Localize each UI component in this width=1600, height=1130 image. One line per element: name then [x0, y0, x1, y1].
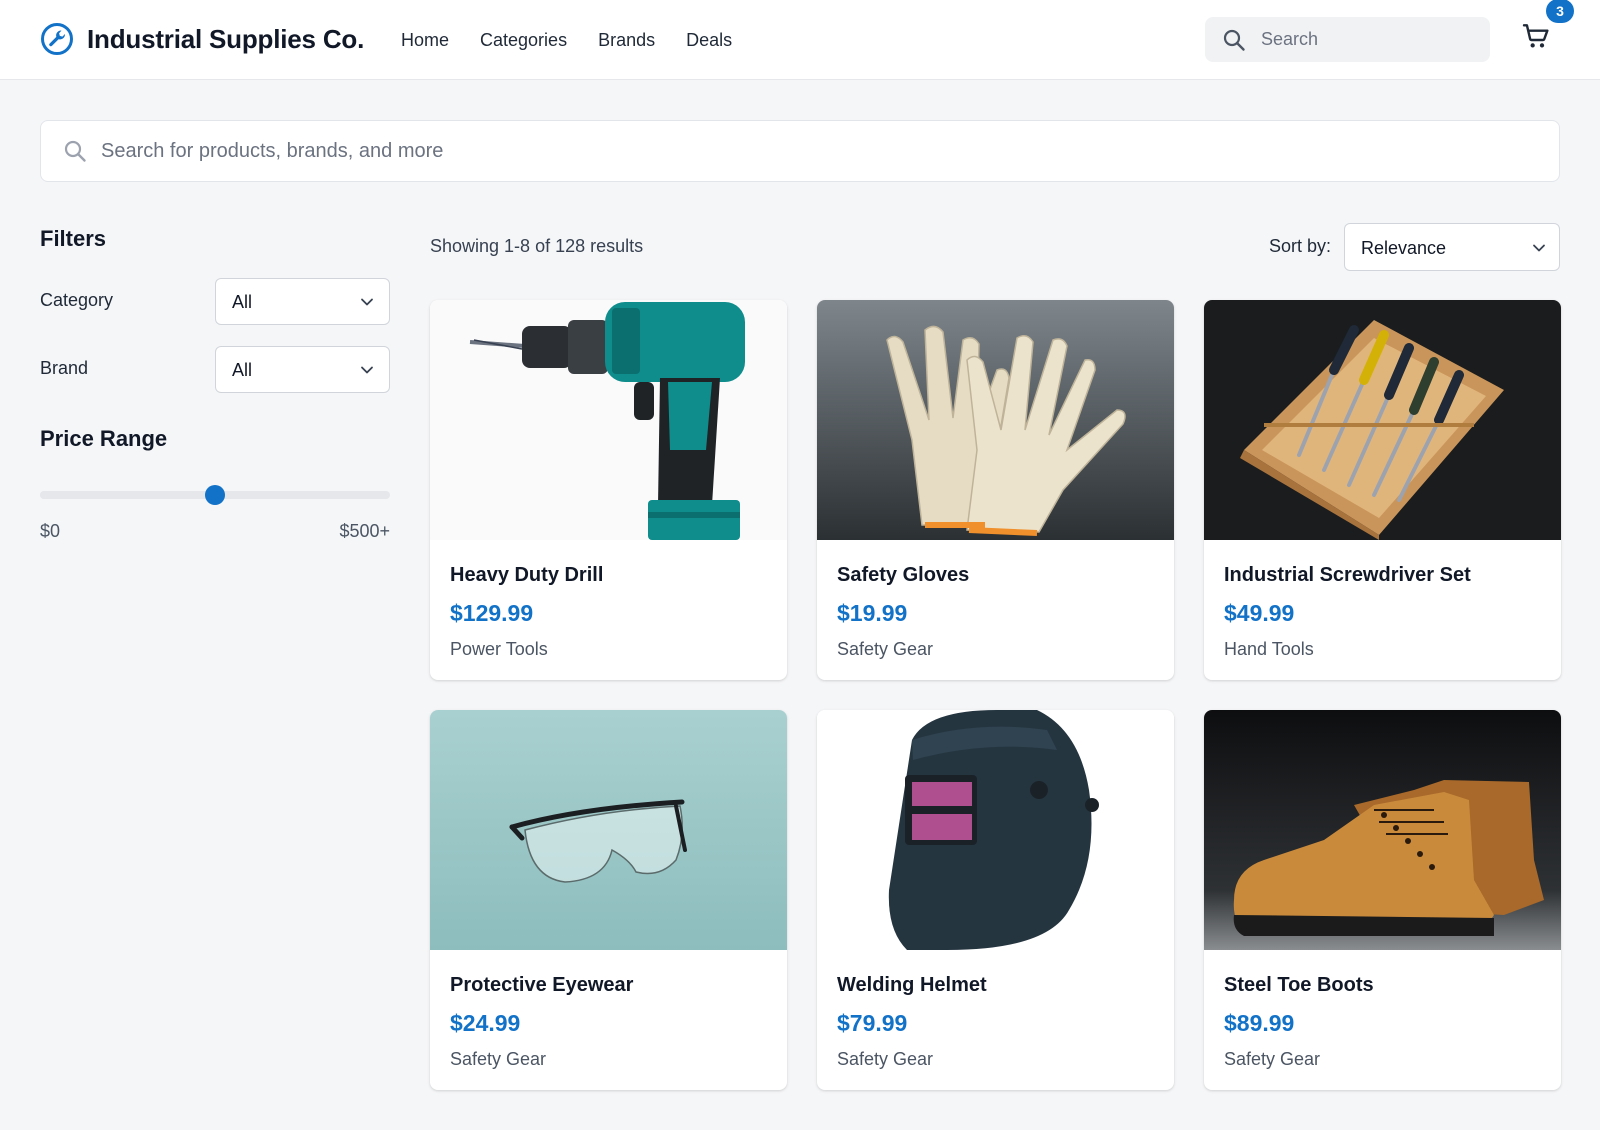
nav-link-deals[interactable]: Deals: [686, 29, 732, 51]
product-category: Safety Gear: [837, 1049, 934, 1069]
category-select-value: All: [232, 292, 253, 312]
slider-handle[interactable]: [205, 485, 225, 505]
product-name[interactable]: Steel Toe Boots: [1224, 974, 1374, 997]
sort-label: Sort by:: [1269, 236, 1332, 256]
screwdriver-set-image[interactable]: [1204, 300, 1561, 540]
product-name[interactable]: Welding Helmet: [837, 974, 987, 997]
brand-filter-label: Brand: [40, 358, 89, 378]
brand-select-value: All: [232, 360, 253, 380]
product-price: $49.99: [1224, 600, 1295, 626]
sort-select-value: Relevance: [1361, 238, 1447, 258]
product-card[interactable]: Protective Eyewear $24.99 Safety Gear: [430, 710, 787, 1090]
drill-image[interactable]: [430, 300, 787, 540]
product-card[interactable]: Steel Toe Boots $89.99 Safety Gear: [1204, 710, 1561, 1090]
sort-select[interactable]: Relevance: [1344, 223, 1560, 271]
header-search-input[interactable]: [1261, 17, 1476, 62]
product-card[interactable]: Heavy Duty Drill $129.99 Power Tools: [430, 300, 787, 680]
product-price: $89.99: [1224, 1010, 1295, 1036]
product-name[interactable]: Protective Eyewear: [450, 974, 633, 997]
product-card[interactable]: Safety Gloves $19.99 Safety Gear: [817, 300, 1174, 680]
product-name[interactable]: Industrial Screwdriver Set: [1224, 564, 1471, 587]
gloves-image[interactable]: [817, 300, 1174, 540]
welding-helmet-image[interactable]: [817, 710, 1174, 950]
chevron-down-icon: [361, 366, 373, 374]
product-price: $79.99: [837, 1010, 908, 1036]
slider-fill: [40, 491, 215, 499]
category-filter-label: Category: [40, 290, 114, 310]
product-price: $129.99: [450, 600, 534, 626]
product-category: Safety Gear: [1224, 1049, 1321, 1069]
product-name[interactable]: Heavy Duty Drill: [450, 564, 603, 587]
cart-icon[interactable]: [1520, 20, 1552, 52]
product-price: $24.99: [450, 1010, 521, 1036]
main-search-box: [40, 120, 1560, 182]
brand-name[interactable]: Industrial Supplies Co.: [87, 24, 364, 55]
product-category: Hand Tools: [1224, 639, 1314, 659]
category-select[interactable]: All: [215, 278, 390, 325]
cart-count-badge: 3: [1546, 0, 1574, 23]
price-range-slider[interactable]: [40, 485, 390, 505]
search-icon: [1223, 29, 1245, 51]
price-range-title: Price Range: [40, 426, 168, 451]
price-min-label: $0: [40, 521, 61, 541]
results-count: Showing 1-8 of 128 results: [430, 236, 644, 256]
main-search-input[interactable]: [101, 121, 1541, 181]
price-max-label: $500+: [339, 521, 390, 541]
chevron-down-icon: [1533, 244, 1545, 252]
main-nav: Home Categories Brands Deals: [401, 29, 763, 51]
product-name[interactable]: Safety Gloves: [837, 564, 969, 587]
search-icon: [64, 140, 86, 162]
product-card[interactable]: Welding Helmet $79.99 Safety Gear: [817, 710, 1174, 1090]
product-category: Safety Gear: [837, 639, 934, 659]
product-category: Safety Gear: [450, 1049, 547, 1069]
eyewear-image[interactable]: [430, 710, 787, 950]
boots-image[interactable]: [1204, 710, 1561, 950]
header-search-box: [1205, 17, 1490, 62]
nav-link-home[interactable]: Home: [401, 29, 449, 51]
wrench-logo-icon[interactable]: [40, 22, 74, 56]
nav-link-categories[interactable]: Categories: [480, 29, 567, 51]
chevron-down-icon: [361, 298, 373, 306]
filters-title: Filters: [40, 226, 107, 251]
product-card[interactable]: Industrial Screwdriver Set $49.99 Hand T…: [1204, 300, 1561, 680]
nav-link-brands[interactable]: Brands: [598, 29, 655, 51]
brand-select[interactable]: All: [215, 346, 390, 393]
top-header: Industrial Supplies Co. Home Categories …: [0, 0, 1600, 80]
product-price: $19.99: [837, 600, 908, 626]
product-category: Power Tools: [450, 639, 548, 659]
